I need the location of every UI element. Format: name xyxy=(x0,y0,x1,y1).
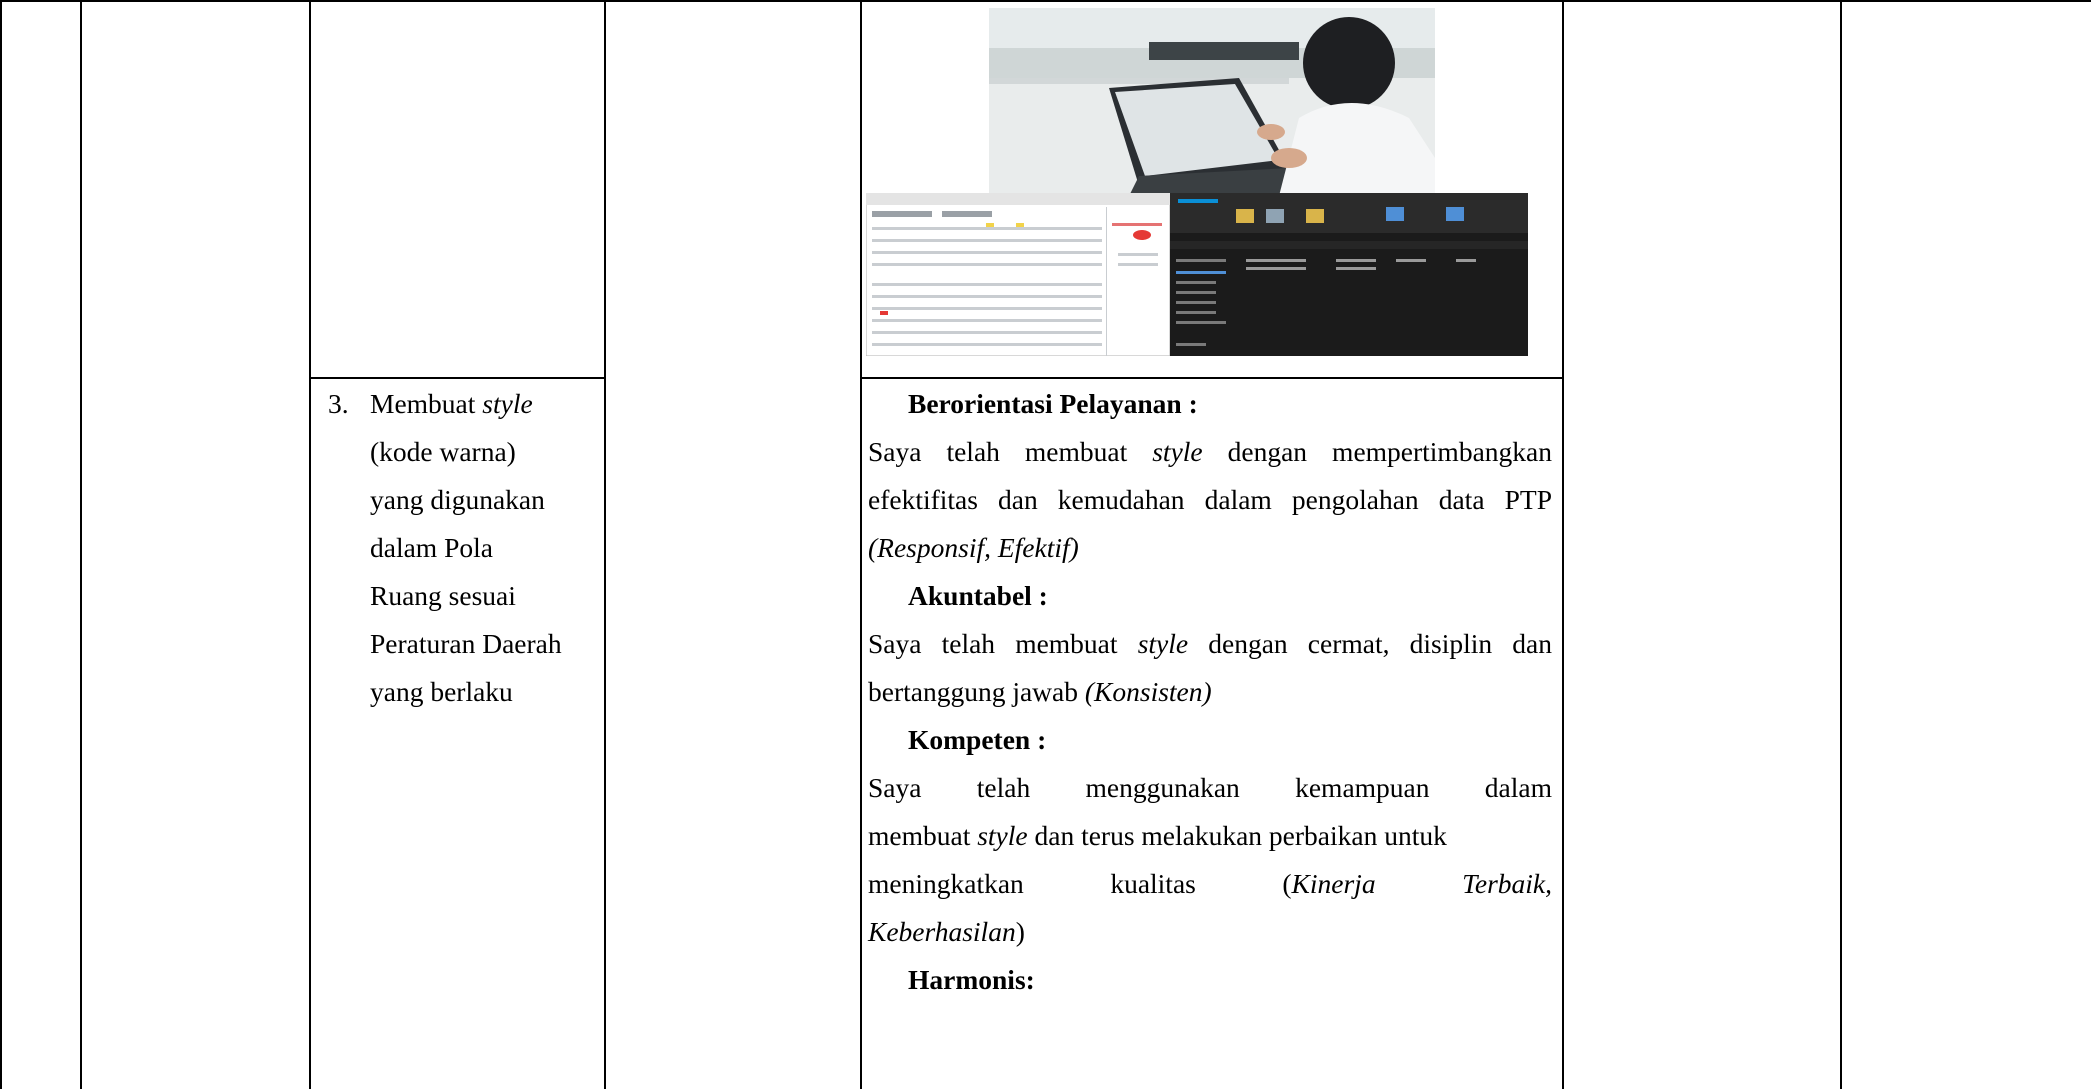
section-paragraph: Saya telah membuat style dengan memperti… xyxy=(868,436,1552,563)
section-paragraph-line: Saya telah menggunakan kemampuan dalam xyxy=(868,772,1552,803)
evidence-photo xyxy=(989,8,1435,196)
activity-line: (kode warna) xyxy=(370,436,516,467)
section-paragraph-line: Keberhasilan) xyxy=(868,916,1025,947)
activity-line: dalam Pola xyxy=(370,532,493,563)
activity-line: 3. Membuat style xyxy=(312,380,604,428)
table-border-col-4 xyxy=(604,0,606,1089)
activity-cell: 3. Membuat style (kode warna) yang digun… xyxy=(312,380,604,716)
section-paragraph-line: membuat style dan terus melakukan perbai… xyxy=(868,820,1447,851)
values-cell: Berorientasi Pelayanan : Saya telah memb… xyxy=(868,380,1552,1004)
table-row-border xyxy=(309,377,606,379)
table-border-col-2 xyxy=(80,0,82,1089)
section-heading: Harmonis: xyxy=(908,964,1035,995)
section-heading: Akuntabel : xyxy=(908,580,1048,611)
table-border-col-5 xyxy=(860,0,862,1089)
table-border-col-6 xyxy=(1562,0,1564,1089)
activity-line: Ruang sesuai xyxy=(370,580,516,611)
evidence-screenshot xyxy=(866,193,1528,356)
section-heading: Kompeten : xyxy=(908,724,1047,755)
item-number: 3. xyxy=(328,388,349,419)
activity-text: Membuat style xyxy=(370,388,533,419)
section-paragraph-line: meningkatkan kualitas (Kinerja Terbaik, xyxy=(868,868,1552,899)
table-border-col-7 xyxy=(1840,0,1842,1089)
activity-line: yang berlaku xyxy=(370,676,513,707)
activity-line: Peraturan Daerah xyxy=(370,628,562,659)
table-row-border xyxy=(860,377,1564,379)
table-border-col-1 xyxy=(0,0,2,1089)
section-heading: Berorientasi Pelayanan : xyxy=(908,388,1198,419)
table-top-border xyxy=(0,0,2091,2)
section-paragraph: Saya telah membuat style dengan cermat, … xyxy=(868,628,1553,707)
activity-line: yang digunakan xyxy=(370,484,545,515)
table-border-col-3 xyxy=(309,0,311,1089)
